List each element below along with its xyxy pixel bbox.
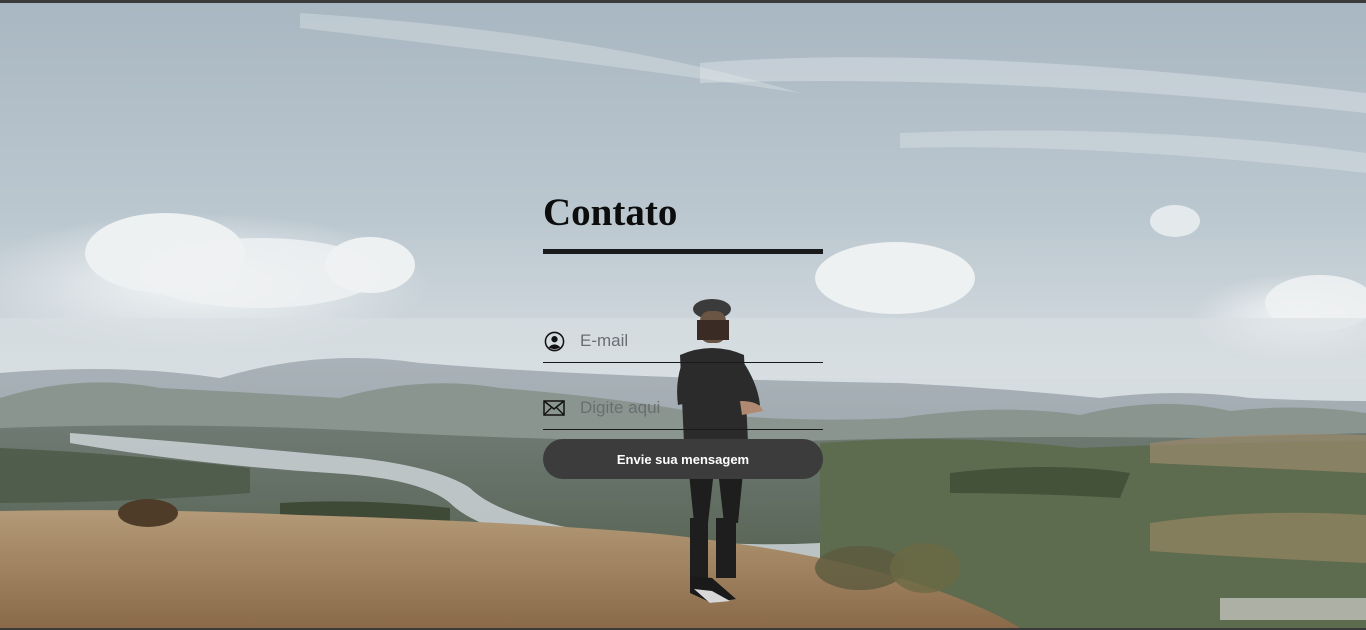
top-border: [0, 0, 1366, 3]
message-field-row: [543, 387, 823, 430]
envelope-icon: [543, 397, 565, 419]
contact-page: Contato Envie sua mensag: [0, 0, 1366, 630]
send-message-button[interactable]: Envie sua mensagem: [543, 439, 823, 479]
contact-form: Contato Envie sua mensag: [543, 190, 823, 479]
email-field-row: [543, 320, 823, 363]
title-underline: [543, 249, 823, 254]
user-circle-icon: [543, 330, 565, 352]
page-title: Contato: [543, 191, 678, 234]
message-input[interactable]: [580, 398, 810, 418]
email-input[interactable]: [580, 331, 810, 351]
